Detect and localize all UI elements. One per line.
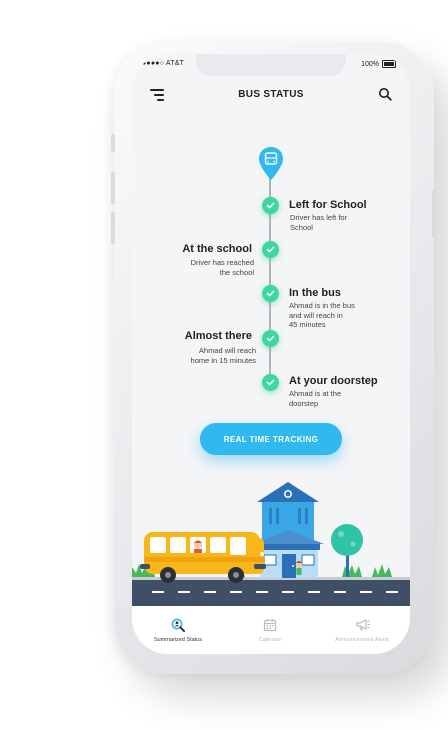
step-desc: Ahmad is in the bus and will reach in 45 m… bbox=[289, 301, 355, 329]
device-mockup: ●●●●○ AT&T 100% BUS STATUS Left for Scho… bbox=[0, 0, 448, 730]
tab-announcement-alerts[interactable]: Announcement/ Alerts bbox=[316, 606, 408, 654]
power-button bbox=[432, 190, 436, 238]
notch bbox=[196, 54, 346, 76]
silent-switch bbox=[111, 134, 115, 152]
calendar-icon bbox=[263, 619, 277, 632]
battery-percent: 100% bbox=[361, 60, 379, 68]
tab-calendar[interactable]: Calendar bbox=[224, 606, 316, 654]
step-check-icon bbox=[261, 285, 279, 302]
step-title: Left for School bbox=[289, 199, 367, 211]
page-title: BUS STATUS bbox=[238, 89, 304, 100]
step-check-icon bbox=[261, 241, 279, 258]
step-check-icon bbox=[261, 197, 279, 214]
carrier-label: ●●●●○ AT&T bbox=[142, 60, 185, 67]
search-person-icon bbox=[171, 618, 185, 632]
step-check-icon bbox=[261, 330, 279, 347]
search-icon[interactable] bbox=[378, 87, 392, 101]
step-check-icon bbox=[261, 374, 279, 391]
step-title: At your doorstep bbox=[289, 375, 378, 387]
school-bus-illustration bbox=[132, 482, 410, 606]
tab-label: Summarized Status bbox=[154, 637, 202, 643]
app-header: BUS STATUS bbox=[132, 82, 410, 108]
bus-location-pin-icon bbox=[259, 147, 283, 180]
bottom-tab-bar: Summarized Status Calendar Announcement/… bbox=[132, 606, 410, 654]
tab-label: Announcement/ Alerts bbox=[335, 637, 389, 643]
status-right: 100% bbox=[361, 60, 396, 68]
step-title: At the school bbox=[182, 243, 252, 255]
megaphone-icon bbox=[356, 619, 370, 631]
tab-label: Calendar bbox=[258, 637, 282, 643]
volume-down-button bbox=[111, 212, 115, 244]
step-desc: Driver has reached the school bbox=[190, 258, 254, 277]
step-title: In the bus bbox=[289, 287, 341, 299]
step-desc: Ahmad will reach home in 15 minutes bbox=[190, 346, 256, 365]
battery-icon bbox=[382, 60, 396, 68]
step-desc: Ahmad is at the doorstep bbox=[289, 389, 342, 408]
app-screen: ●●●●○ AT&T 100% BUS STATUS Left for Scho… bbox=[132, 54, 410, 654]
volume-up-button bbox=[111, 172, 115, 204]
tab-summarized-status[interactable]: Summarized Status bbox=[132, 606, 224, 654]
step-desc: Driver has left for School bbox=[290, 213, 348, 232]
real-time-tracking-button[interactable]: REAL TIME TRACKING bbox=[200, 423, 342, 455]
step-title: Almost there bbox=[184, 330, 252, 342]
